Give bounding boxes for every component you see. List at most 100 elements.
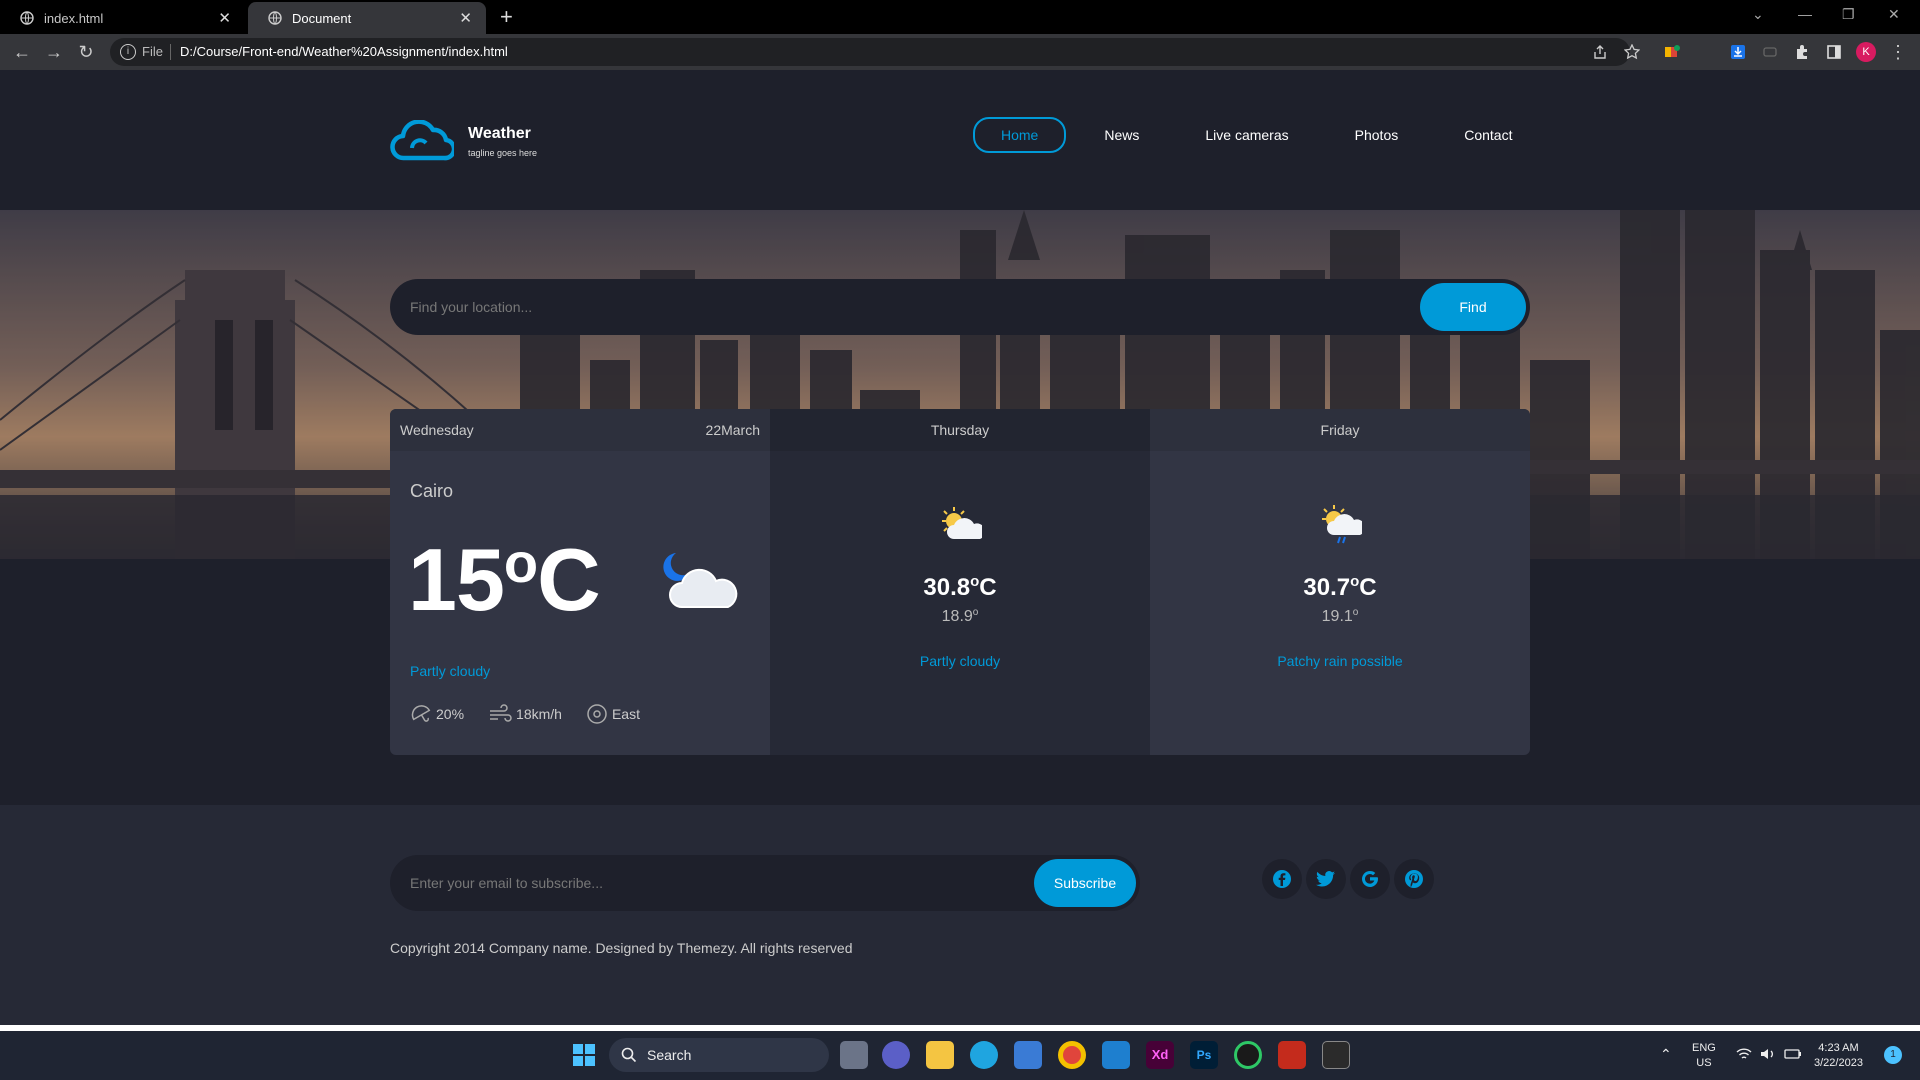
rain-chance: 20%	[410, 703, 464, 725]
snipping-tool-icon[interactable]	[1278, 1041, 1306, 1069]
date: 22March	[705, 422, 760, 438]
weather-condition: Partly cloudy	[410, 663, 491, 679]
day-name: Wednesday	[400, 422, 474, 438]
wind-icon	[490, 704, 512, 722]
nav-news[interactable]: News	[1076, 117, 1167, 153]
reload-icon[interactable]: ↻	[76, 42, 96, 62]
site-brand[interactable]: Weather tagline goes here	[390, 120, 537, 162]
find-button[interactable]: Find	[1420, 283, 1526, 331]
close-window-icon[interactable]: ✕	[1888, 6, 1900, 23]
day-header: Thursday	[770, 409, 1150, 451]
nav-contact[interactable]: Contact	[1436, 117, 1540, 153]
profile-avatar[interactable]: K	[1856, 42, 1876, 62]
vscode-icon[interactable]	[1102, 1041, 1130, 1069]
side-panel-icon[interactable]	[1826, 44, 1842, 60]
facebook-icon[interactable]	[1262, 859, 1302, 899]
email-subscribe-input[interactable]	[390, 855, 1010, 911]
browser-tab-index[interactable]: index.html ✕	[0, 2, 245, 34]
nav-photos[interactable]: Photos	[1327, 117, 1427, 153]
copyright-text: Copyright 2014 Company name. Designed by…	[390, 940, 853, 956]
close-tab-icon[interactable]: ✕	[218, 9, 231, 27]
globe-icon	[268, 11, 282, 25]
taskbar-search[interactable]: Search	[609, 1038, 829, 1072]
photoshop-icon[interactable]: Ps	[1190, 1041, 1218, 1069]
address-bar[interactable]: i File D:/Course/Front-end/Weather%20Ass…	[110, 38, 1630, 66]
browser-toolbar: ← → ↻ i File D:/Course/Front-end/Weather…	[0, 34, 1920, 70]
current-temperature: 15oC	[408, 530, 601, 629]
pinterest-icon[interactable]	[1394, 859, 1434, 899]
windows-start-icon[interactable]	[570, 1041, 598, 1069]
url-text[interactable]: D:/Course/Front-end/Weather%20Assignment…	[180, 44, 508, 59]
forecast-today-card: Wednesday 22March Cairo 15oC Partly clou…	[390, 409, 770, 755]
language-indicator[interactable]: ENG US	[1692, 1041, 1716, 1071]
wind-speed: 18km/h	[488, 703, 562, 725]
tab-search-chevron-icon[interactable]: ⌄	[1752, 6, 1764, 23]
social-links	[1262, 859, 1438, 899]
file-explorer-icon[interactable]	[926, 1041, 954, 1069]
back-icon[interactable]: ←	[12, 42, 32, 62]
extensions-puzzle-icon[interactable]	[1794, 44, 1810, 60]
restore-icon[interactable]: ❐	[1842, 6, 1855, 23]
volume-icon[interactable]	[1760, 1047, 1776, 1061]
microsoft-store-icon[interactable]	[1014, 1041, 1042, 1069]
browser-tab-strip: index.html ✕ Document ✕ + ⌄ — ❐ ✕	[0, 0, 1920, 34]
brand-tagline: tagline goes here	[468, 147, 538, 158]
app-icon[interactable]	[1234, 1041, 1262, 1069]
nav-live-cameras[interactable]: Live cameras	[1177, 117, 1316, 153]
brand-name: Weather	[468, 124, 531, 142]
edge-browser-icon[interactable]	[970, 1041, 998, 1069]
new-tab-icon[interactable]: +	[500, 4, 513, 30]
clock[interactable]: 4:23 AM 3/22/2023	[1814, 1041, 1863, 1071]
share-icon[interactable]	[1592, 44, 1608, 60]
google-icon[interactable]	[1350, 859, 1390, 899]
extension-color-icon[interactable]	[1664, 44, 1680, 60]
terminal-icon[interactable]	[1322, 1041, 1350, 1069]
download-extension-icon[interactable]	[1730, 44, 1746, 60]
page: Weather tagline goes here Home News Live…	[0, 70, 1920, 1025]
teams-chat-icon[interactable]	[882, 1041, 910, 1069]
forward-icon[interactable]: →	[44, 42, 64, 62]
notification-badge[interactable]: 1	[1884, 1046, 1902, 1064]
tab-title: index.html	[44, 10, 104, 26]
forecast-table: Wednesday 22March Cairo 15oC Partly clou…	[390, 409, 1530, 755]
wind-direction: East	[586, 703, 640, 725]
extension-icon[interactable]	[1762, 44, 1778, 60]
battery-icon[interactable]	[1784, 1047, 1802, 1061]
compass-icon	[587, 704, 607, 724]
location-search-input[interactable]	[390, 279, 1370, 335]
subscribe-form: Subscribe	[390, 855, 1140, 911]
weather-condition: Partly cloudy	[919, 653, 1001, 669]
minimize-icon[interactable]: —	[1798, 6, 1812, 22]
partly-cloudy-night-icon	[663, 553, 738, 608]
twitter-icon[interactable]	[1306, 859, 1346, 899]
nav-home[interactable]: Home	[973, 117, 1067, 153]
adobe-xd-icon[interactable]: Xd	[1146, 1041, 1174, 1069]
tab-title: Document	[292, 10, 352, 26]
wifi-icon[interactable]	[1736, 1047, 1752, 1061]
weather-condition: Patchy rain possible	[1277, 653, 1403, 669]
day-header: Friday	[1150, 409, 1530, 451]
chevron-up-icon[interactable]: ⌃	[1660, 1047, 1672, 1062]
task-view-icon[interactable]	[840, 1041, 868, 1069]
info-icon[interactable]: i	[120, 44, 136, 60]
subscribe-button[interactable]: Subscribe	[1034, 859, 1136, 907]
partly-cloudy-day-icon	[942, 507, 982, 539]
min-temperature: 19.1o	[1321, 607, 1359, 625]
umbrella-icon	[411, 705, 431, 722]
divider	[170, 44, 171, 60]
chrome-icon[interactable]	[1058, 1041, 1086, 1069]
globe-icon	[20, 11, 34, 25]
site-footer: Subscribe Copyright 2014 Company name. D…	[0, 805, 1920, 1025]
search-label: Search	[647, 1047, 692, 1063]
windows-taskbar: Search Xd Ps ⌃ ENG US 4:23 AM 3/22/2023 1	[0, 1031, 1920, 1080]
bookmark-star-icon[interactable]	[1624, 44, 1640, 60]
min-temperature: 18.9o	[941, 607, 979, 625]
menu-kebab-icon[interactable]: ⋮	[1888, 42, 1908, 62]
location-name: Cairo	[410, 481, 454, 501]
browser-tab-document[interactable]: Document ✕	[248, 2, 486, 34]
cloud-logo-icon	[390, 120, 454, 161]
day-header: Wednesday 22March	[390, 409, 770, 451]
close-tab-icon[interactable]: ✕	[459, 9, 472, 27]
location-search-bar: Find	[390, 279, 1530, 335]
main-nav: Home News Live cameras Photos Contact	[973, 117, 1550, 153]
